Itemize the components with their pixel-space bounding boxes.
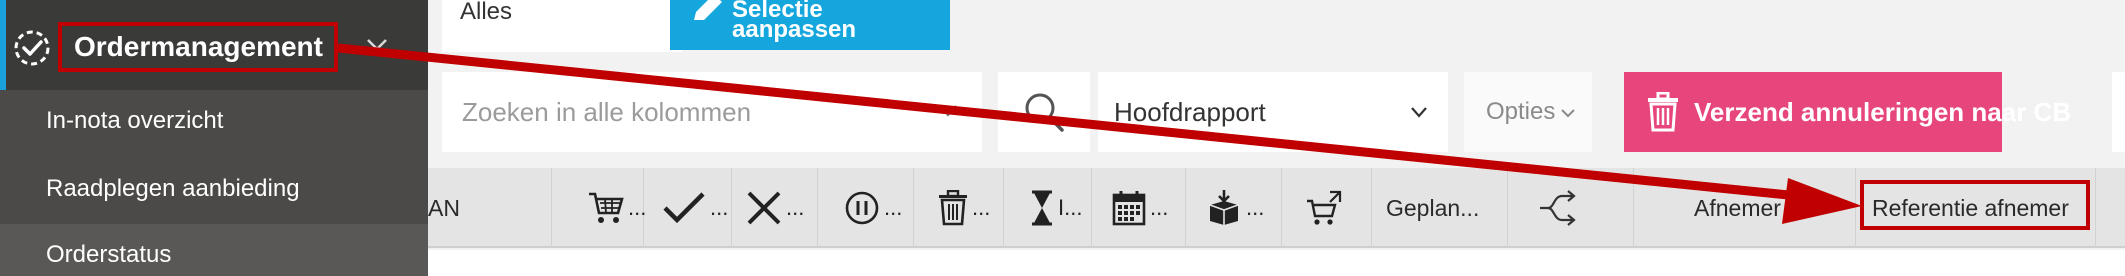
column-header-cart[interactable]: ... [552, 168, 646, 248]
report-select-value: Hoofdrapport [1114, 97, 1266, 127]
column-header-date[interactable]: ... [1092, 168, 1186, 248]
column-label: Geplan... [1386, 194, 1480, 221]
checkmark-icon [663, 192, 705, 224]
column-header-gepland[interactable]: Geplan... [1372, 168, 1508, 248]
shopping-cart-icon [589, 192, 624, 223]
sidebar-active-accent [0, 0, 6, 90]
column-header-delivered[interactable]: ... [1186, 168, 1282, 248]
column-header-approved[interactable]: ... [644, 168, 732, 248]
cart-arrow-icon [1307, 190, 1342, 225]
search-button[interactable] [998, 72, 1090, 152]
grid-content-area [428, 250, 2125, 276]
trash-icon [1648, 92, 1678, 132]
column-label: I... [1058, 195, 1083, 220]
chevron-down-icon [939, 105, 957, 117]
sidebar-item-label: Orderstatus [46, 241, 172, 268]
truncation-ellipsis: ... [1246, 195, 1265, 220]
check-circle-icon [14, 30, 50, 66]
sidebar-item-label: Raadplegen aanbieding [46, 175, 300, 202]
selectie-aanpassen-label: Selectie aanpassen [732, 0, 857, 43]
sidebar-title: Ordermanagement [74, 31, 323, 62]
verzend-annuleringen-label: Verzend annuleringen naar CB [1694, 97, 2072, 127]
column-header-cart-out[interactable] [1282, 168, 1372, 248]
annotation-highlight-box [1860, 180, 2090, 230]
pencil-icon [694, 0, 722, 20]
opties-label: Opties [1486, 98, 1556, 125]
search-icon [1025, 93, 1064, 132]
truncation-ellipsis: ... [786, 195, 805, 220]
column-header-deleted[interactable]: ... [914, 168, 1004, 248]
sidebar-header[interactable]: Ordermanagement [0, 0, 428, 90]
truncation-ellipsis: ... [972, 195, 991, 220]
report-select[interactable]: Hoofdrapport [1098, 72, 1448, 152]
truncation-ellipsis: ... [710, 195, 729, 220]
column-header-pending[interactable]: I... [1004, 168, 1092, 248]
verzend-annuleringen-button[interactable]: Verzend annuleringen naar CB [1624, 72, 2071, 152]
filter-select[interactable]: Alles [442, 0, 682, 52]
column-label: Afnemer [1694, 194, 1781, 221]
shuffle-route-icon [1540, 190, 1576, 226]
main-content: Alles Selectie aanpassen Zoeken in alle … [428, 0, 2125, 276]
sidebar: Ordermanagement In-nota overzicht Raadpl… [0, 0, 428, 276]
column-header-route[interactable] [1508, 168, 1634, 248]
search-placeholder: Zoeken in alle kolommen [462, 97, 752, 127]
opties-dropdown[interactable]: Opties [1464, 72, 1592, 152]
column-header-afnemer[interactable]: Afnemer [1634, 168, 1856, 248]
trash-icon [939, 190, 967, 226]
sidebar-item-in-nota-overzicht[interactable]: In-nota overzicht [0, 90, 428, 152]
sidebar-item-label: In-nota overzicht [46, 107, 224, 134]
column-header-paused[interactable]: ... [818, 168, 914, 248]
search-input[interactable]: Zoeken in alle kolommen [442, 72, 982, 152]
chevron-down-icon [1411, 107, 1427, 118]
sidebar-item-raadplegen-aanbieding[interactable]: Raadplegen aanbieding [0, 158, 428, 220]
pause-circle-icon [845, 191, 879, 225]
truncation-ellipsis: ... [884, 195, 903, 220]
column-label: AN [428, 194, 460, 221]
calendar-icon [1112, 191, 1146, 226]
package-delivery-icon [1209, 190, 1239, 225]
column-header-ean[interactable]: AN [428, 168, 552, 248]
selectie-aanpassen-button[interactable]: Selectie aanpassen [670, 0, 950, 50]
chevron-down-icon[interactable] [366, 38, 388, 52]
filter-value: Alles [460, 0, 513, 25]
truncation-ellipsis: ... [1150, 195, 1169, 220]
chevron-down-icon [1561, 109, 1575, 118]
toolbar-overflow-button[interactable] [2112, 72, 2125, 152]
sidebar-item-orderstatus[interactable]: Orderstatus [0, 224, 428, 276]
hourglass-icon [1032, 190, 1052, 226]
close-icon [747, 191, 781, 225]
column-header-rejected[interactable]: ... [732, 168, 818, 248]
